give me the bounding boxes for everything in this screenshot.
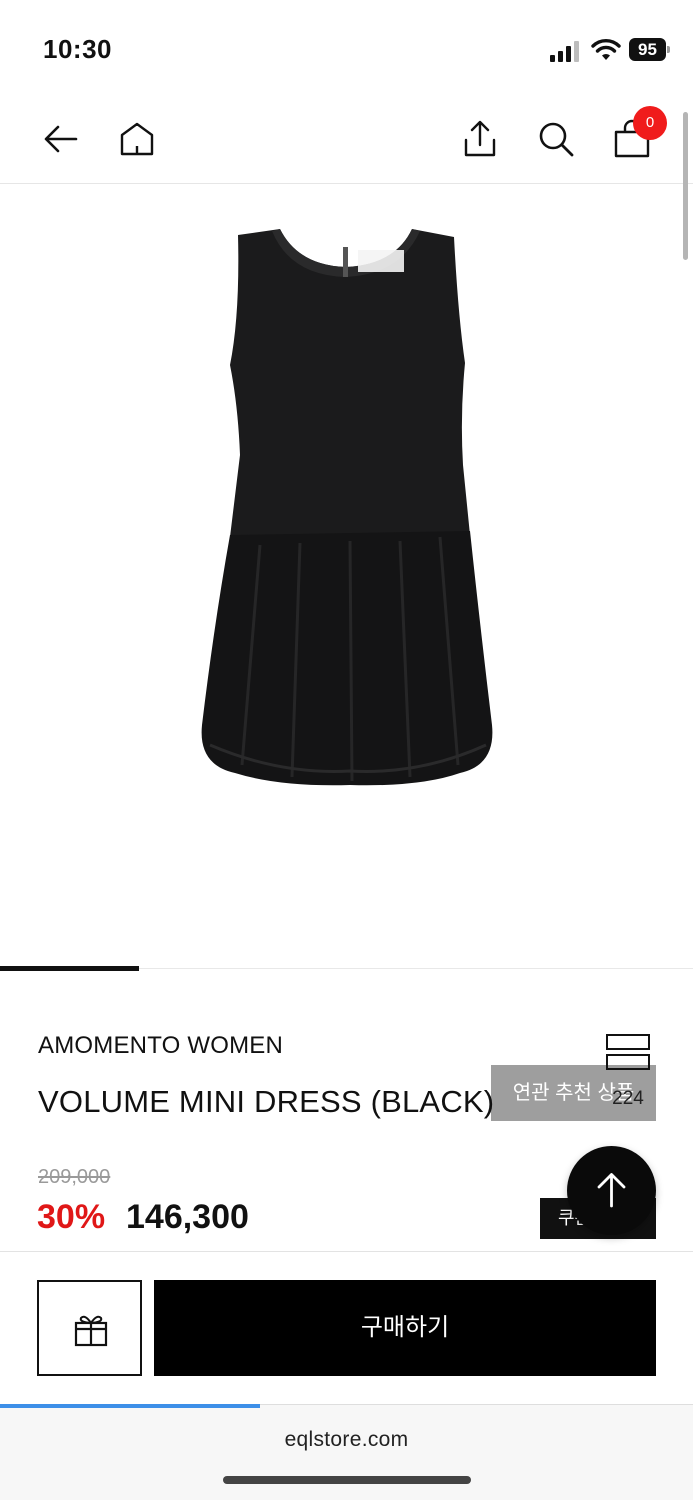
gift-button[interactable]	[37, 1280, 142, 1376]
black-sleeveless-dress-image	[201, 229, 493, 786]
discount-rate: 30%	[37, 1198, 106, 1236]
brand-name[interactable]: AMOMENTO WOMEN	[38, 1032, 283, 1060]
cart-count-badge: 0	[633, 106, 667, 140]
scroll-to-top-button[interactable]	[567, 1146, 656, 1235]
top-nav	[0, 100, 693, 184]
wishlist-icon-top	[606, 1034, 650, 1050]
wifi-icon	[591, 39, 621, 60]
arrow-up-icon	[597, 1173, 626, 1208]
home-indicator[interactable]	[223, 1476, 471, 1484]
signal-icon	[550, 41, 579, 62]
search-icon[interactable]	[535, 118, 577, 160]
home-icon[interactable]	[116, 118, 158, 160]
buy-button[interactable]: 구매하기	[154, 1280, 656, 1376]
battery-icon: 95	[629, 38, 670, 61]
wishlist-button[interactable]: 224	[601, 1034, 653, 1114]
sale-price: 146,300	[126, 1198, 249, 1236]
browser-bar	[0, 1404, 693, 1500]
battery-tip	[667, 46, 670, 53]
status-time: 10:30	[43, 34, 112, 64]
back-arrow-icon[interactable]	[40, 118, 82, 160]
product-title: VOLUME MINI DRESS (BLACK)	[38, 1084, 495, 1119]
share-icon[interactable]	[459, 118, 501, 160]
battery-level: 95	[629, 38, 666, 61]
wishlist-count: 224	[612, 1088, 644, 1109]
product-image-gallery[interactable]: 연관 추천 상품	[0, 185, 693, 1121]
gallery-indicator	[0, 966, 139, 971]
status-bar: 10:30 95	[0, 0, 693, 100]
wishlist-icon-bottom	[606, 1054, 650, 1070]
url-bar[interactable]: eqlstore.com	[0, 1428, 693, 1452]
gift-icon	[74, 1315, 108, 1347]
page-load-progress	[0, 1404, 260, 1408]
original-price: 209,000	[38, 1166, 111, 1188]
